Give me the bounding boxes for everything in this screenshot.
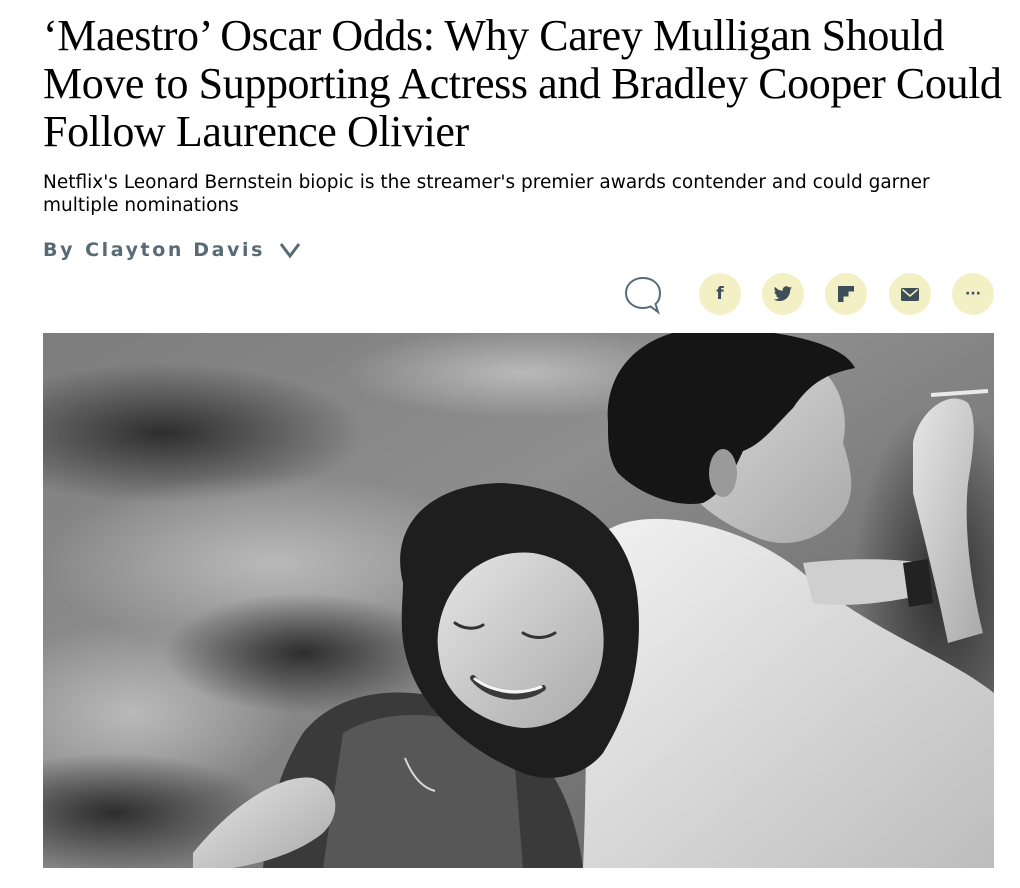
byline[interactable]: By Clayton Davis: [43, 236, 301, 264]
twitter-icon: [773, 285, 793, 301]
more-share-options-button[interactable]: ···: [952, 273, 994, 315]
article-dek: Netflix's Leonard Bernstein biopic is th…: [43, 172, 930, 216]
byline-prefix: By: [43, 239, 76, 261]
flipboard-share-button[interactable]: [825, 273, 867, 315]
article-headline: ‘Maestro’ Oscar Odds: Why Carey Mulligan…: [43, 11, 1002, 156]
email-icon: [901, 287, 919, 301]
more-icon: ···: [965, 286, 981, 302]
email-share-button[interactable]: [889, 273, 931, 315]
facebook-icon: f: [716, 284, 724, 304]
hero-photo: [43, 333, 994, 868]
comment-button[interactable]: [622, 273, 664, 315]
facebook-share-button[interactable]: f: [699, 273, 741, 315]
chevron-down-icon[interactable]: [279, 241, 301, 259]
twitter-share-button[interactable]: [762, 273, 804, 315]
author-name[interactable]: Clayton Davis: [85, 239, 265, 261]
hero-image: [43, 333, 994, 868]
flipboard-icon: [838, 286, 854, 302]
share-bar: f ···: [620, 271, 1000, 317]
comment-icon: [624, 276, 662, 315]
